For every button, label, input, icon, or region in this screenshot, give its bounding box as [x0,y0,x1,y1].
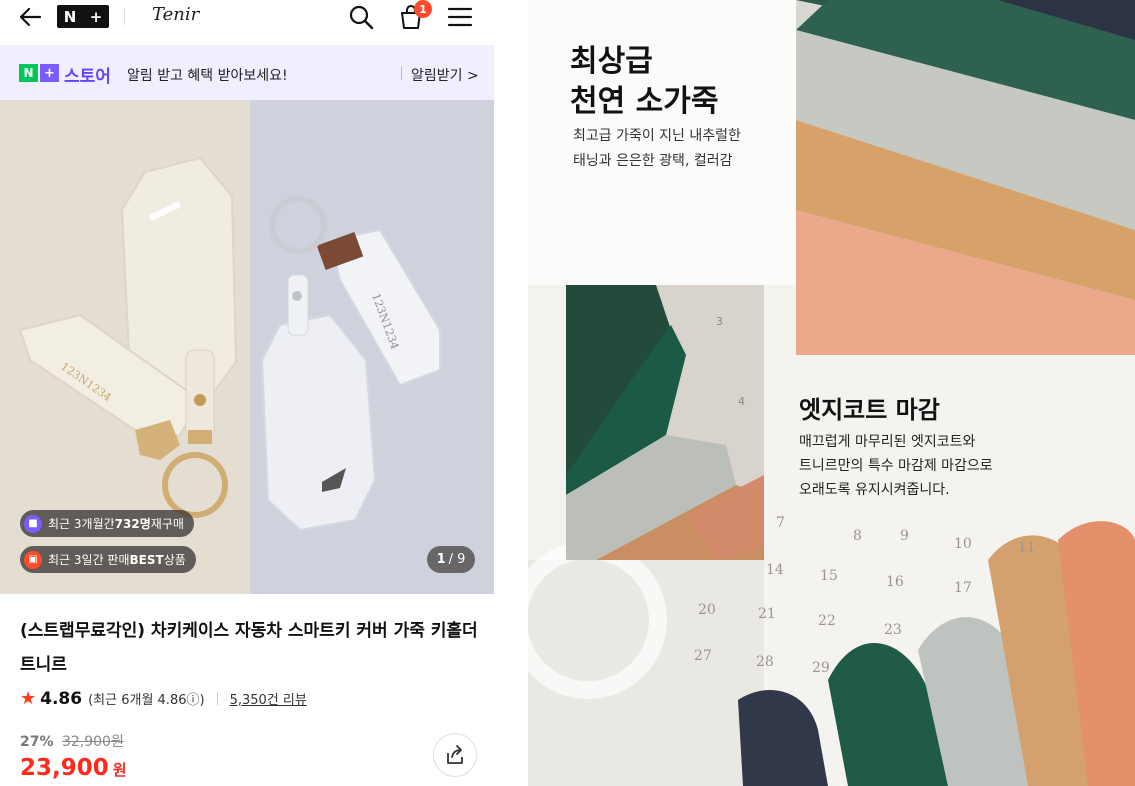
divider [124,8,125,25]
product-page: N + Tenir 1 N + 스토어 알림 받고 혜택 받아보세요! 알림받기… [0,0,494,786]
original-price: 32,900원 [61,734,124,750]
star-icon: ★ [20,688,37,709]
naver-store-logo: N + [19,64,59,82]
product-title: (스트랩무료각인) 차키케이스 자동차 스마트키 커버 가죽 키홀더 트니르 [20,621,478,675]
repurchase-badge: ■ 최근 3개월간 732명 재구매 [20,510,194,537]
sale-price: 23,900 원 [20,755,127,781]
rating-note[interactable]: (최근 6개월 4.86ⓘ) [88,689,204,708]
bag-icon: ■ [24,514,42,533]
divider [401,66,402,80]
image-page-counter: 1 / 9 [427,546,475,573]
store-alarm-banner[interactable]: N + 스토어 알림 받고 혜택 받아보세요! 알림받기 > [0,45,494,100]
divider [216,692,218,705]
cart-count-badge: 1 [414,0,432,18]
share-icon [447,745,463,764]
badge1-prefix: 최근 3개월간 [48,517,115,531]
feature-text-2: 매끄럽게 마무리된 엣지코트와 트니르만의 특수 마감제 마감으로 오래도록 유… [799,430,993,502]
search-icon[interactable] [347,3,375,31]
calendar-number: 3 [716,315,723,328]
best-seller-badge: ▣ 최근 3일간 판매 BEST 상품 [20,546,196,573]
rating-row: ★ 4.86 (최근 6개월 4.86ⓘ) 5,350건 리뷰 [20,688,307,709]
heading1-line1: 최상급 [570,44,653,79]
feature-heading-1: 최상급 천연 소가죽 [570,42,718,122]
back-arrow-icon[interactable] [18,6,42,28]
product-detail-image: 최상급 천연 소가죽 최고급 가죽이 지닌 내추럴한 태닝과 은은한 광택, 컬… [528,0,1135,786]
page-total: / 9 [448,552,466,567]
page-current: 1 [436,552,446,567]
feature-text-1: 최고급 가죽이 지닌 내추럴한 태닝과 은은한 광택, 컬러감 [573,124,741,174]
logo-n-green: N [19,64,38,82]
badge2-prefix: 최근 3일간 판매 [48,553,130,567]
edge-closeup-image: 3 4 [566,285,764,560]
calendar-number: 4 [738,395,745,408]
feature-heading-2: 엣지코트 마감 [799,396,940,424]
store-label: 스토어 [64,67,111,87]
product-image-carousel[interactable]: 123N1234 123N1234 ■ 최근 3개월간 732명 재구매 ▣ 최… [0,100,494,594]
logo-plus: + [89,7,103,26]
menu-icon[interactable] [446,3,474,31]
discount-row: 27% 32,900원 [20,731,124,751]
text1-line2: 태닝과 은은한 광택, 컬러감 [573,153,733,169]
alarm-message: 알림 받고 혜택 받아보세요! [127,68,288,84]
text2-line3: 오래도록 유지시켜줍니다. [799,482,950,498]
badge2-suffix: 상품 [163,553,186,567]
price-unit: 원 [112,761,127,779]
edge-closeup-photo: 3 4 [566,285,764,560]
review-count-link[interactable]: 5,350건 리뷰 [230,689,307,708]
naver-plus-logo[interactable]: N + [57,5,109,28]
heading1-line2: 천연 소가죽 [570,84,719,119]
alarm-subscribe-button[interactable]: 알림받기 > [411,65,479,85]
text2-line2: 트니르만의 특수 마감제 마감으로 [799,458,993,474]
text1-line1: 최고급 가죽이 지닌 내추럴한 [573,128,741,144]
badge2-bold: BEST [129,552,164,567]
brand-logo[interactable]: Tenir [152,4,199,25]
discount-rate: 27% [20,734,54,750]
badge1-suffix: 재구매 [150,517,184,531]
logo-n: N [63,7,77,26]
top-bar: N + Tenir 1 [0,0,494,40]
logo-plus-purple: + [40,64,59,82]
text2-line1: 매끄럽게 마무리된 엣지코트와 [799,434,976,450]
gift-icon: ▣ [24,550,42,569]
badge1-bold: 732명 [114,517,151,531]
rating-score: 4.86 [40,688,83,709]
share-button[interactable] [433,733,477,777]
sale-price-value: 23,900 [20,755,109,781]
